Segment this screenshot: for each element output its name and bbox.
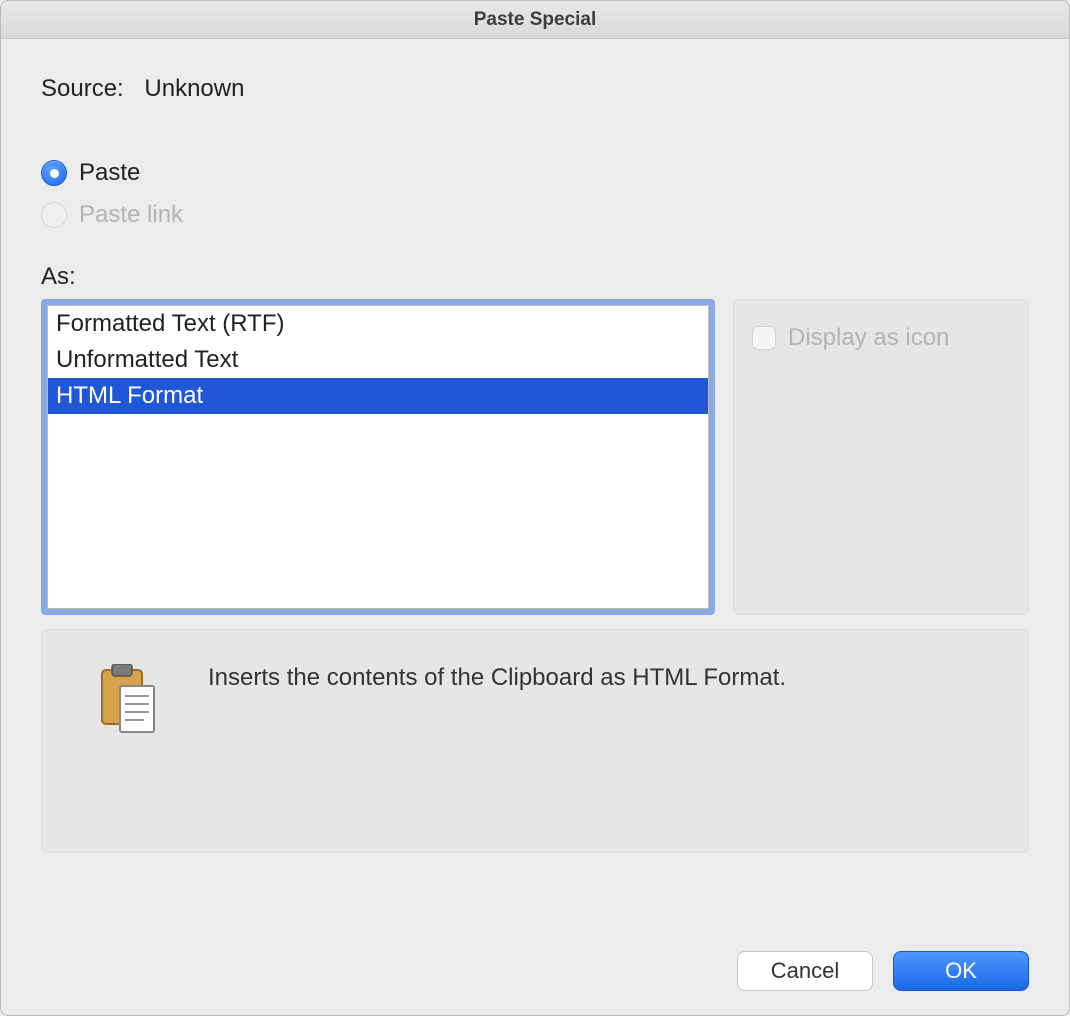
button-row: Cancel OK — [41, 925, 1029, 991]
middle-row: Formatted Text (RTF) Unformatted Text HT… — [41, 299, 1029, 615]
paste-radio-label: Paste — [79, 159, 140, 187]
paste-radio[interactable] — [41, 160, 67, 186]
titlebar: Paste Special — [1, 1, 1069, 39]
ok-button[interactable]: OK — [893, 951, 1029, 991]
display-as-icon-checkbox — [752, 326, 776, 350]
paste-mode-radio-group: Paste Paste link — [41, 159, 1029, 243]
paste-link-radio-row: Paste link — [41, 201, 1029, 229]
description-text: Inserts the contents of the Clipboard as… — [208, 664, 786, 692]
list-item[interactable]: Unformatted Text — [48, 342, 708, 378]
clipboard-paste-icon — [100, 664, 156, 734]
description-panel: Inserts the contents of the Clipboard as… — [41, 629, 1029, 853]
paste-link-radio-label: Paste link — [79, 201, 183, 229]
display-as-icon-panel: Display as icon — [733, 299, 1029, 615]
format-listbox[interactable]: Formatted Text (RTF) Unformatted Text HT… — [47, 305, 709, 609]
paste-special-dialog: Paste Special Source: Unknown Paste Past… — [0, 0, 1070, 1016]
display-as-icon-row: Display as icon — [752, 324, 1010, 352]
source-row: Source: Unknown — [41, 75, 1029, 103]
format-listbox-focus-ring: Formatted Text (RTF) Unformatted Text HT… — [41, 299, 715, 615]
as-label: As: — [41, 263, 1029, 291]
paste-link-radio — [41, 202, 67, 228]
window-title: Paste Special — [474, 9, 597, 31]
list-item[interactable]: HTML Format — [48, 378, 708, 414]
cancel-button[interactable]: Cancel — [737, 951, 873, 991]
list-item[interactable]: Formatted Text (RTF) — [48, 306, 708, 342]
source-label: Source: — [41, 75, 124, 102]
source-value: Unknown — [144, 75, 244, 102]
paste-radio-row[interactable]: Paste — [41, 159, 1029, 187]
display-as-icon-label: Display as icon — [788, 324, 949, 352]
dialog-content: Source: Unknown Paste Paste link As: For… — [1, 39, 1069, 1015]
